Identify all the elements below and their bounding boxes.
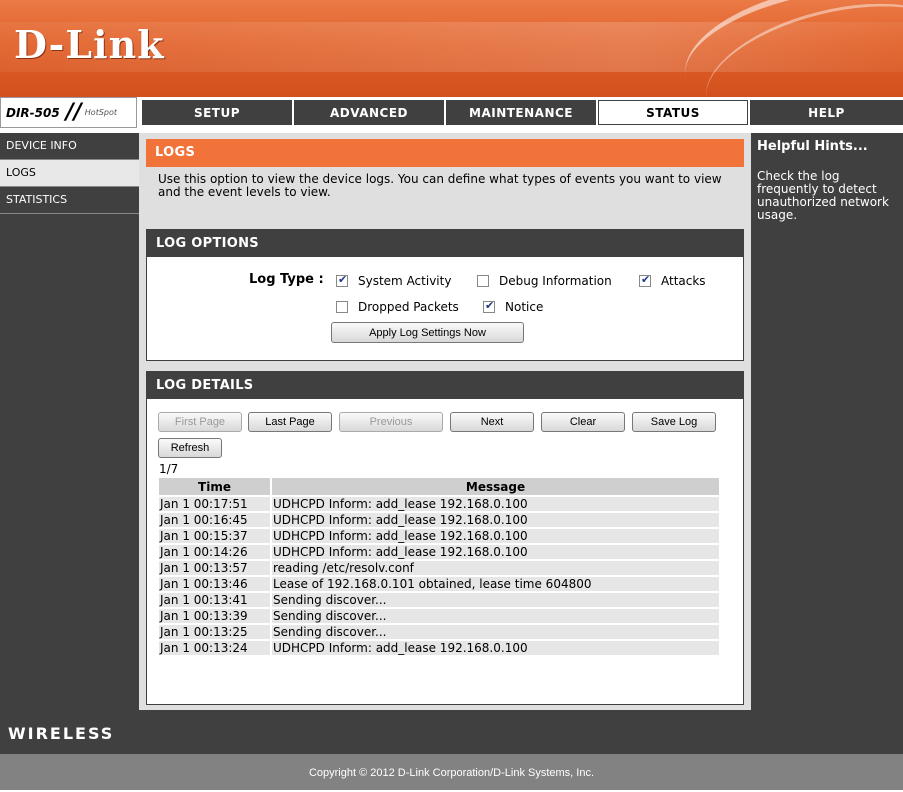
log-time: Jan 1 00:17:51 (159, 497, 270, 511)
notice-checkbox[interactable] (483, 299, 495, 313)
log-message: UDHCPD Inform: add_lease 192.168.0.100 (272, 641, 719, 655)
log-options-title: LOG OPTIONS (147, 230, 743, 257)
log-options-section: LOG OPTIONS Log Type : System Activity D… (146, 229, 744, 361)
last-page-button[interactable]: Last Page (248, 412, 332, 432)
sidebar-item-statistics[interactable]: STATISTICS (0, 187, 139, 214)
debug-information-checkbox[interactable] (477, 275, 489, 287)
log-table: Time Message Jan 1 00:17:51 UDHCPD Inform… (157, 476, 721, 657)
tab-help[interactable]: HELP (750, 100, 903, 125)
dropped-packets-checkbox[interactable] (336, 301, 348, 313)
table-row: Jan 1 00:14:26 UDHCPD Inform: add_lease 1… (159, 545, 719, 559)
option-debug-information[interactable]: Debug Information (477, 274, 612, 288)
refresh-button[interactable]: Refresh (158, 438, 222, 458)
log-message: Lease of 192.168.0.101 obtained, lease t… (272, 577, 719, 591)
help-panel: Helpful Hints... Check the log frequentl… (751, 133, 903, 710)
next-button[interactable]: Next (450, 412, 534, 432)
log-details-title: LOG DETAILS (147, 372, 743, 399)
logs-section: LOGS Use this option to view the device … (146, 139, 744, 216)
system-activity-checkbox[interactable] (336, 273, 348, 287)
help-title: Helpful Hints... (757, 139, 868, 154)
log-message: reading /etc/resolv.conf (272, 561, 719, 575)
table-row: Jan 1 00:15:37 UDHCPD Inform: add_lease 1… (159, 529, 719, 543)
main-content: LOGS Use this option to view the device … (139, 133, 751, 710)
tab-maintenance[interactable]: MAINTENANCE (446, 100, 596, 125)
page-indicator: 1/7 (159, 462, 179, 476)
copyright-footer: Copyright © 2012 D-Link Corporation/D-Li… (0, 754, 903, 790)
dropped-packets-label: Dropped Packets (358, 300, 459, 314)
attacks-label: Attacks (661, 274, 706, 288)
attacks-checkbox[interactable] (639, 273, 651, 287)
sidebar-item-device-info[interactable]: DEVICE INFO (0, 133, 139, 160)
model-tag: HotSpot (84, 108, 118, 117)
log-time: Jan 1 00:16:45 (159, 513, 270, 527)
column-header-time: Time (159, 478, 270, 495)
log-table-header: Time Message (159, 478, 719, 495)
tab-setup[interactable]: SETUP (142, 100, 292, 125)
help-text: Check the log frequently to detect unaut… (757, 169, 889, 222)
log-message: UDHCPD Inform: add_lease 192.168.0.100 (272, 529, 719, 543)
first-page-button[interactable]: First Page (158, 412, 242, 432)
wireless-bar: WIRELESS (0, 710, 903, 754)
log-message: UDHCPD Inform: add_lease 192.168.0.100 (272, 545, 719, 559)
tab-advanced[interactable]: ADVANCED (294, 100, 444, 125)
slashes-icon: // (65, 99, 82, 125)
table-row: Jan 1 00:13:57 reading /etc/resolv.conf (159, 561, 719, 575)
debug-information-label: Debug Information (499, 274, 612, 288)
table-row: Jan 1 00:13:46 Lease of 192.168.0.101 obt… (159, 577, 719, 591)
log-time: Jan 1 00:13:46 (159, 577, 270, 591)
log-message: Sending discover... (272, 609, 719, 623)
log-message: UDHCPD Inform: add_lease 192.168.0.100 (272, 513, 719, 527)
sidebar: DEVICE INFO LOGS STATISTICS (0, 133, 139, 710)
log-time: Jan 1 00:13:57 (159, 561, 270, 575)
system-activity-label: System Activity (358, 274, 452, 288)
top-nav: DIR-505 // HotSpot SETUP ADVANCED MAINTE… (0, 97, 903, 128)
apply-log-settings-button[interactable]: Apply Log Settings Now (331, 322, 524, 343)
logs-title: LOGS (146, 139, 744, 167)
wireless-label: WIRELESS (8, 724, 115, 743)
table-row: Jan 1 00:13:25 Sending discover... (159, 625, 719, 639)
option-dropped-packets[interactable]: Dropped Packets (336, 300, 459, 314)
logs-description: Use this option to view the device logs.… (158, 172, 722, 199)
model-name: DIR-505 (6, 105, 60, 120)
log-time: Jan 1 00:14:26 (159, 545, 270, 559)
tab-status[interactable]: STATUS (598, 100, 748, 125)
log-message: Sending discover... (272, 593, 719, 607)
table-row: Jan 1 00:16:45 UDHCPD Inform: add_lease 1… (159, 513, 719, 527)
log-type-label: Log Type : (249, 272, 324, 287)
previous-button[interactable]: Previous (339, 412, 443, 432)
option-system-activity[interactable]: System Activity (336, 273, 452, 288)
log-time: Jan 1 00:15:37 (159, 529, 270, 543)
dlink-logo: D-Link (14, 22, 165, 67)
model-badge: DIR-505 // HotSpot (0, 97, 137, 128)
log-details-section: LOG DETAILS First Page Last Page Previou… (146, 371, 744, 705)
table-row: Jan 1 00:17:51 UDHCPD Inform: add_lease 1… (159, 497, 719, 511)
log-time: Jan 1 00:13:39 (159, 609, 270, 623)
notice-label: Notice (505, 300, 544, 314)
log-message: Sending discover... (272, 625, 719, 639)
option-attacks[interactable]: Attacks (639, 273, 706, 288)
table-row: Jan 1 00:13:24 UDHCPD Inform: add_lease 1… (159, 641, 719, 655)
log-time: Jan 1 00:13:25 (159, 625, 270, 639)
save-log-button[interactable]: Save Log (632, 412, 716, 432)
table-row: Jan 1 00:13:41 Sending discover... (159, 593, 719, 607)
log-time: Jan 1 00:13:41 (159, 593, 270, 607)
clear-button[interactable]: Clear (541, 412, 625, 432)
log-message: UDHCPD Inform: add_lease 192.168.0.100 (272, 497, 719, 511)
header-banner: D-Link (0, 0, 903, 97)
column-header-message: Message (272, 478, 719, 495)
log-time: Jan 1 00:13:24 (159, 641, 270, 655)
option-notice[interactable]: Notice (483, 299, 544, 314)
table-row: Jan 1 00:13:39 Sending discover... (159, 609, 719, 623)
sidebar-item-logs[interactable]: LOGS (0, 160, 139, 187)
